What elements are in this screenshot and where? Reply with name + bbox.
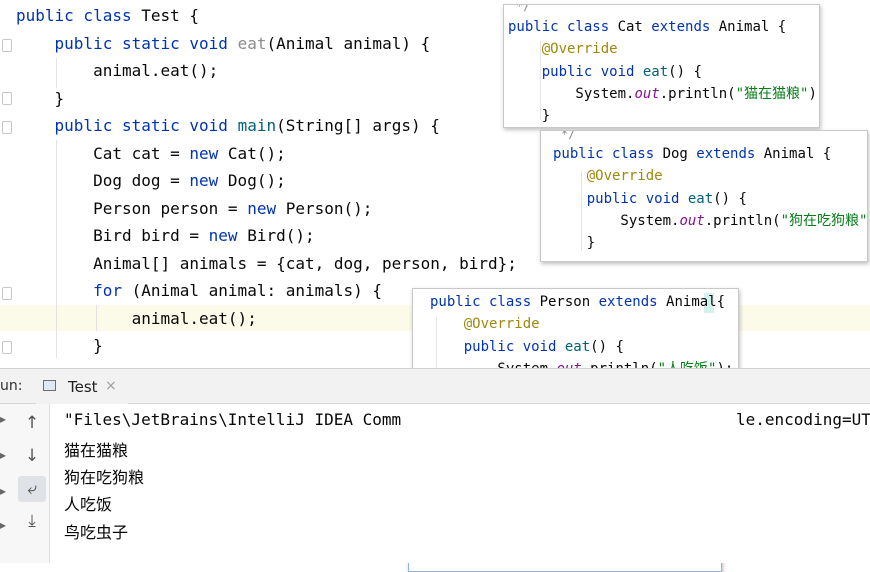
command-line-right: le.encoding=UT — [736, 410, 870, 429]
code-line: public class Test { — [16, 6, 200, 25]
tab-label: Test — [68, 378, 98, 396]
comment-fragment: */ — [561, 130, 576, 141]
code-line: Person person = new Person(); — [16, 198, 373, 218]
run-label: un: — [0, 378, 23, 394]
code-line: animal.eat(); — [16, 61, 219, 80]
tab-test[interactable]: Test × — [36, 369, 128, 404]
edge-icon: ▸ — [0, 518, 7, 532]
code-line: Dog dog = new Dog(); — [16, 171, 286, 190]
code-line: } — [16, 336, 103, 355]
code-line: animal.eat(); — [16, 308, 257, 328]
code-line: for (Animal animal: animals) { — [93, 281, 383, 300]
code-line: Cat cat = new Cat(); — [16, 143, 286, 163]
code-line: } — [16, 88, 65, 108]
fold-icon[interactable] — [2, 287, 12, 300]
code-line: Bird bird = new Bird(); — [16, 226, 315, 245]
code-line: } — [508, 108, 551, 125]
output-line: 人吃饭 — [64, 495, 113, 514]
code-line: public class Dog extends Animal { — [553, 146, 832, 162]
code-line: public void eat() { — [463, 338, 624, 355]
code-line: System.out.println("狗在吃狗粮"); — [553, 212, 868, 229]
output-line: 鸟吃虫子 — [64, 523, 129, 542]
popup-cat-class: */ public class Cat extends Animal { @Ov… — [503, 4, 820, 128]
code-line: public class Cat extends Animal { — [508, 19, 787, 35]
console-toolbar: ▸ ▸ ▸ ▸ ↑ ↓ ⤶ ⤓ — [0, 404, 50, 563]
arrow-down-icon[interactable]: ↓ — [18, 443, 46, 469]
code-line: @Override — [586, 168, 663, 185]
code-line: Animal[] animals = {cat, dog, person, bi… — [16, 253, 517, 273]
edge-icon: ▸ — [0, 412, 7, 426]
fold-icon[interactable] — [2, 121, 12, 134]
code-line: @Override — [541, 41, 618, 58]
output-line: 狗在吃狗粮 — [64, 468, 145, 487]
comment-fragment: */ — [516, 4, 531, 13]
code-line: public class Person extends Animal{ — [430, 294, 726, 310]
edge-icon: ▸ — [0, 484, 7, 498]
code-line: } — [553, 235, 596, 252]
code-line: public static void eat(Animal animal) { — [54, 33, 431, 53]
output-line: 猫在猫粮 — [64, 441, 129, 460]
run-tool-window-header: un: Test × — [0, 368, 870, 404]
code-line: @Override — [463, 316, 540, 333]
run-console[interactable]: ▸ ▸ ▸ ▸ ↑ ↓ ⤶ ⤓ "Files\JetBrains\Intelli… — [0, 404, 870, 563]
console-tab-icon — [43, 380, 56, 391]
code-line: public void eat() { — [541, 63, 702, 80]
soft-wrap-icon[interactable]: ⤶ — [18, 476, 46, 502]
code-line: System.out.println("猫在猫粮"); — [508, 85, 819, 102]
command-line-left: "Files\JetBrains\IntelliJ IDEA Comm — [64, 410, 402, 429]
close-icon[interactable]: × — [105, 378, 117, 394]
fold-icon[interactable] — [2, 92, 12, 105]
code-line: public static void main(String[] args) { — [54, 116, 440, 135]
scroll-to-end-icon[interactable]: ⤓ — [18, 508, 46, 534]
fold-icon[interactable] — [2, 39, 12, 52]
arrow-up-icon[interactable]: ↑ — [18, 410, 46, 436]
fold-icon[interactable] — [2, 341, 12, 354]
popup-dog-class: */ public class Dog extends Animal { @Ov… — [540, 130, 868, 262]
code-line: public void eat() { — [586, 190, 747, 207]
edge-icon: ▸ — [0, 448, 7, 462]
